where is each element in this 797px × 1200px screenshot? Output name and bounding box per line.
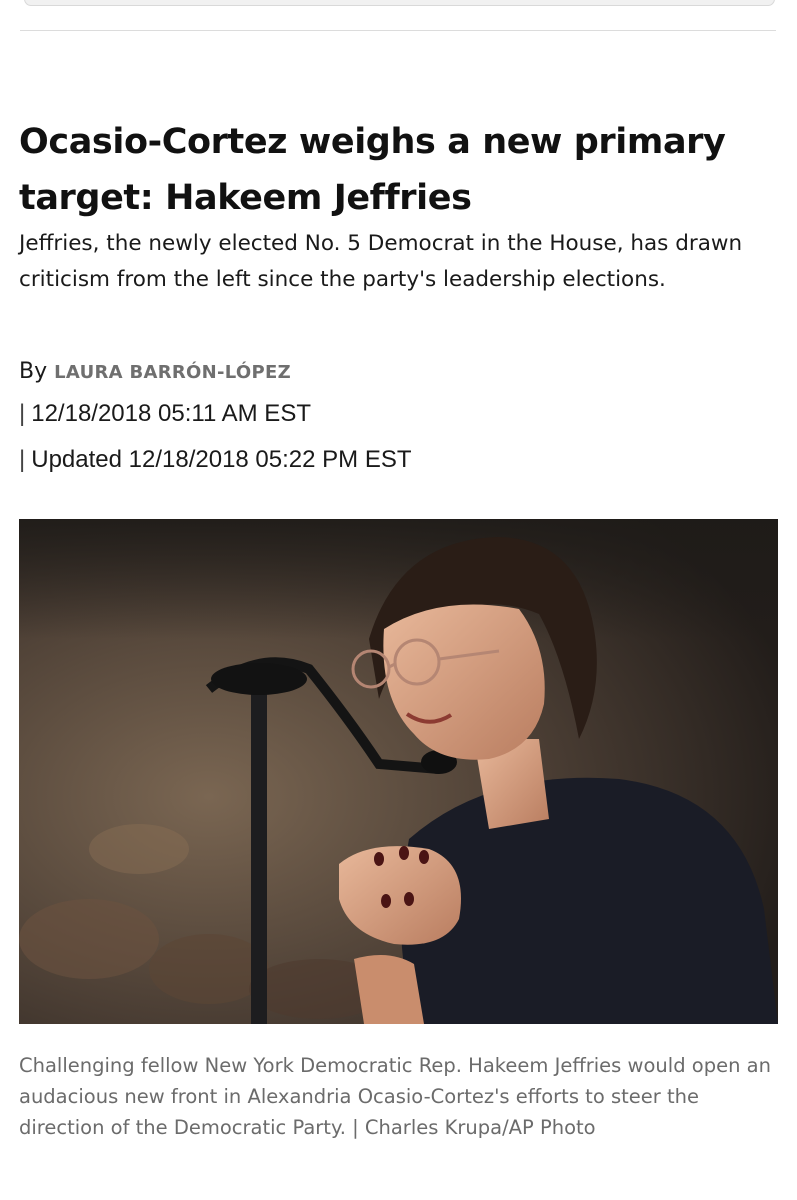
byline-prefix: By xyxy=(19,359,48,384)
article-dek: Jeffries, the newly elected No. 5 Democr… xyxy=(19,231,743,292)
photo-caption: Challenging fellow New York Democratic R… xyxy=(19,1054,771,1139)
timestamp-separator: | xyxy=(19,400,26,427)
published-date: 12/18/2018 05:11 AM EST xyxy=(31,400,311,427)
header-divider xyxy=(20,30,776,31)
published-timestamp: | 12/18/2018 05:11 AM EST xyxy=(19,396,311,432)
browser-address-bar[interactable] xyxy=(24,0,775,6)
author-link[interactable]: LAURA BARRÓN-LÓPEZ xyxy=(54,362,291,383)
mic-stand xyxy=(251,694,267,1024)
timestamp-separator: | xyxy=(19,446,26,473)
photo-illustration xyxy=(19,519,778,1024)
updated-timestamp: | Updated 12/18/2018 05:22 PM EST xyxy=(19,442,412,478)
byline: By LAURA BARRÓN-LÓPEZ xyxy=(19,354,291,391)
updated-date: Updated 12/18/2018 05:22 PM EST xyxy=(31,446,412,473)
article-headline: Ocasio-Cortez weighs a new primary targe… xyxy=(19,122,726,218)
article-photo[interactable] xyxy=(19,519,778,1024)
